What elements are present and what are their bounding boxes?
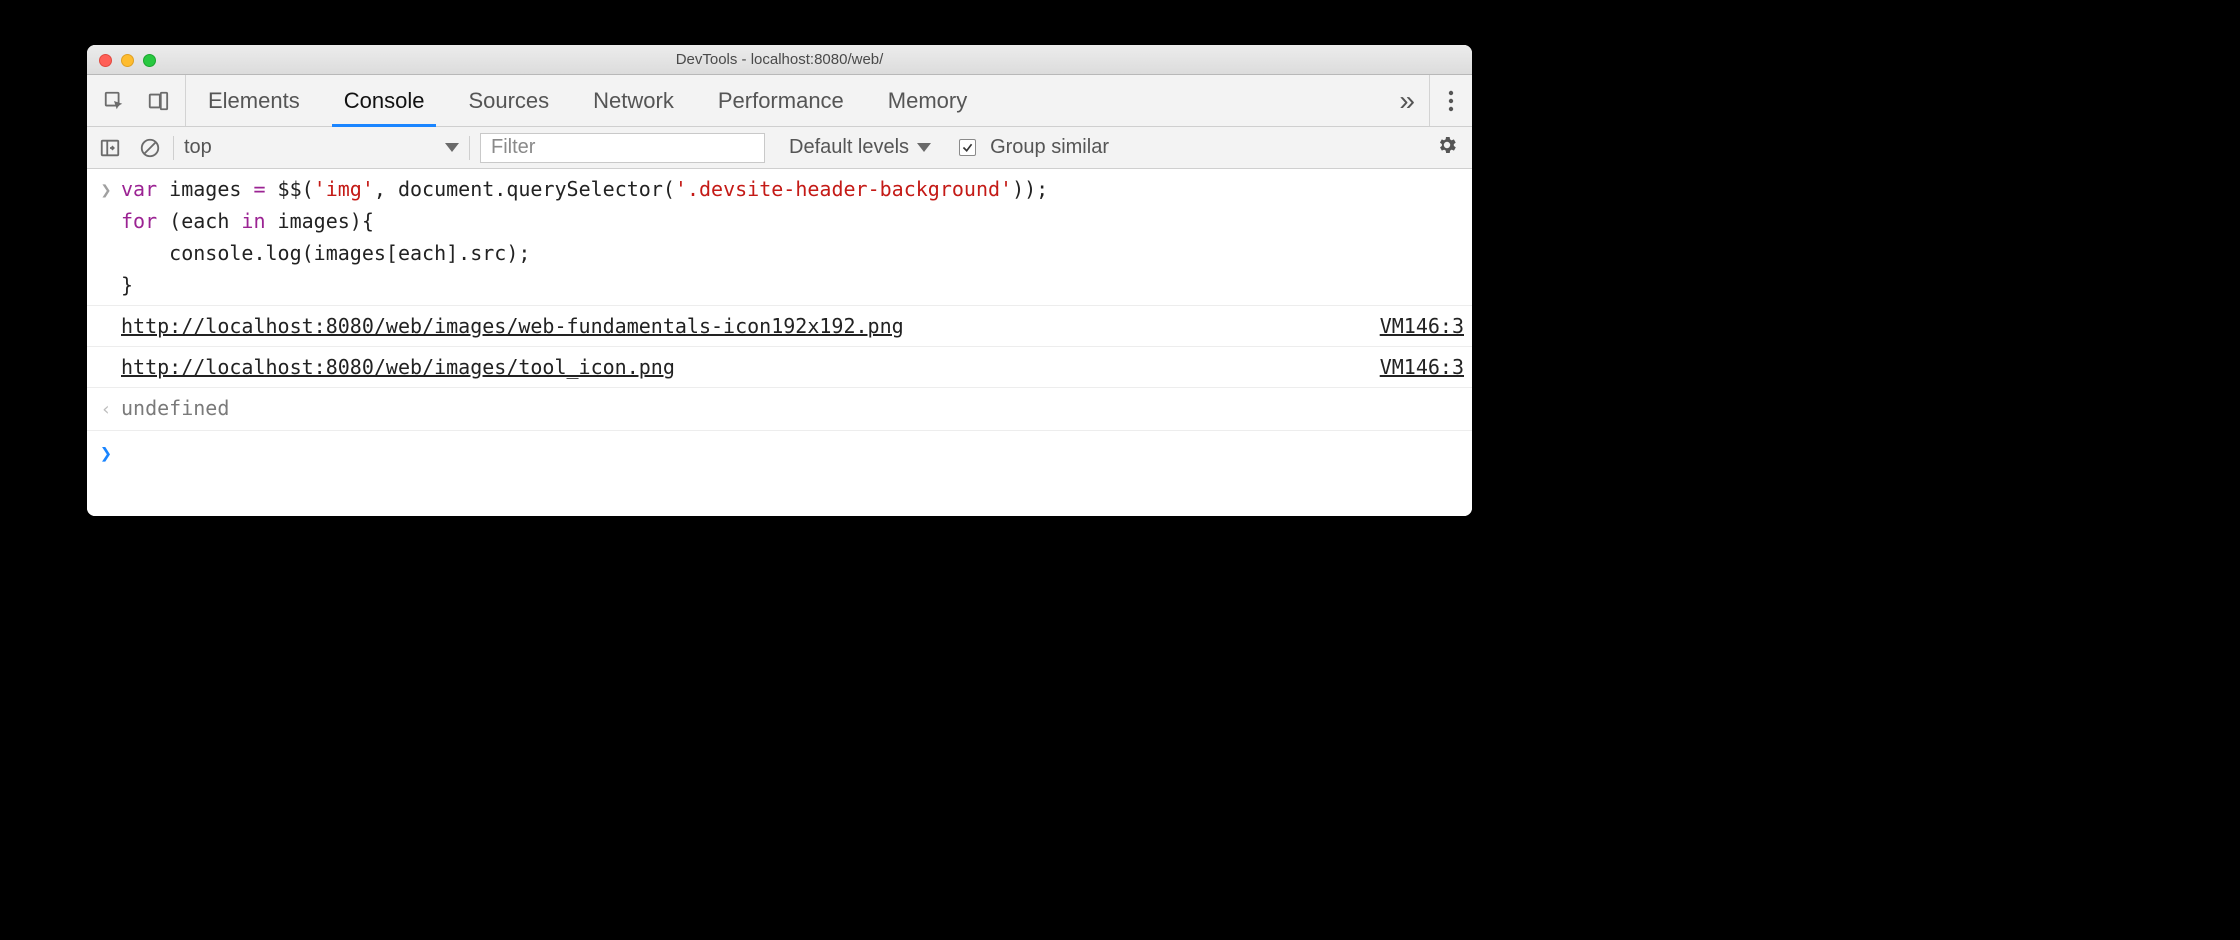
devtools-window: DevTools - localhost:8080/web/: [87, 45, 1472, 516]
tab-network[interactable]: Network: [571, 75, 696, 126]
prompt-chevron-icon: ❯: [91, 437, 121, 469]
devtools-menu-button[interactable]: [1430, 75, 1472, 126]
window-titlebar: DevTools - localhost:8080/web/: [87, 45, 1472, 75]
execution-context-select[interactable]: top: [174, 133, 469, 163]
inspect-element-icon[interactable]: [101, 88, 127, 114]
window-zoom-button[interactable]: [143, 54, 156, 67]
log-levels-select[interactable]: Default levels: [775, 136, 945, 159]
console-log-row: http://localhost:8080/web/images/web-fun…: [87, 306, 1472, 347]
window-minimize-button[interactable]: [121, 54, 134, 67]
device-toolbar-icon[interactable]: [145, 88, 171, 114]
panel-tabs: Elements Console Sources Network Perform…: [87, 75, 1472, 127]
console-prompt[interactable]: ❯: [87, 431, 1472, 469]
return-chevron-icon: ‹: [91, 392, 121, 426]
tab-memory[interactable]: Memory: [866, 75, 989, 126]
tabs-overflow-button[interactable]: »: [1385, 75, 1430, 126]
clear-console-icon[interactable]: [137, 135, 163, 161]
group-similar-checkbox[interactable]: [959, 139, 976, 156]
console-toolbar: top Default levels Group similar: [87, 127, 1472, 169]
return-value: undefined: [121, 392, 1464, 426]
console-return-row: ‹ undefined: [87, 388, 1472, 431]
tab-elements[interactable]: Elements: [186, 75, 322, 126]
console-filter-input[interactable]: [480, 133, 765, 163]
log-source-link[interactable]: VM146:3: [1362, 351, 1464, 383]
chevron-down-icon: [917, 143, 931, 152]
input-chevron-icon: ❯: [91, 173, 121, 301]
show-console-sidebar-icon[interactable]: [97, 135, 123, 161]
console-log-row: http://localhost:8080/web/images/tool_ic…: [87, 347, 1472, 388]
log-message-link[interactable]: http://localhost:8080/web/images/tool_ic…: [121, 355, 675, 379]
console-prompt-input[interactable]: [121, 437, 1464, 469]
console-output[interactable]: ❯ var images = $$('img', document.queryS…: [87, 169, 1472, 516]
traffic-lights: [99, 54, 156, 67]
console-settings-icon[interactable]: [1422, 134, 1472, 161]
tab-sources[interactable]: Sources: [446, 75, 571, 126]
console-input-echo: ❯ var images = $$('img', document.queryS…: [87, 169, 1472, 306]
chevron-down-icon: [445, 143, 459, 152]
tab-performance[interactable]: Performance: [696, 75, 866, 126]
tab-console[interactable]: Console: [322, 75, 447, 126]
window-title: DevTools - localhost:8080/web/: [87, 51, 1472, 68]
execution-context-label: top: [184, 136, 212, 159]
log-source-link[interactable]: VM146:3: [1362, 310, 1464, 342]
log-message-link[interactable]: http://localhost:8080/web/images/web-fun…: [121, 314, 904, 338]
console-code: var images = $$('img', document.querySel…: [121, 173, 1464, 301]
window-close-button[interactable]: [99, 54, 112, 67]
tab-list: Elements Console Sources Network Perform…: [186, 75, 989, 126]
group-similar-label: Group similar: [984, 136, 1109, 159]
